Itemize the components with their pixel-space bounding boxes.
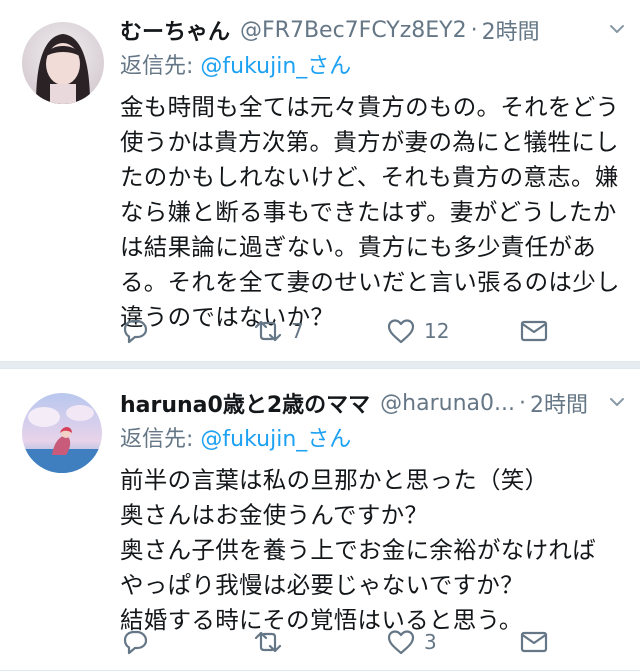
timestamp[interactable]: 2時間 bbox=[482, 14, 540, 46]
tweet[interactable]: haruna0歳と2歳のママ @haruna0... · 2時間 返信先: @f… bbox=[0, 369, 640, 671]
envelope-icon bbox=[520, 631, 548, 653]
reply-to-prefix: 返信先: bbox=[120, 427, 201, 452]
chevron-down-icon[interactable] bbox=[608, 20, 626, 38]
tweet-header: むーちゃん @FR7Bec7FCYz8EY2 · 2時間 bbox=[120, 14, 622, 46]
reply-button[interactable] bbox=[120, 627, 253, 657]
like-button[interactable]: 3 bbox=[386, 627, 519, 657]
chevron-down-icon[interactable] bbox=[608, 393, 626, 411]
avatar[interactable] bbox=[22, 22, 104, 104]
tweet-text-line: 使うかは貴方次第。貴方が妻の為にと犠牲にし bbox=[120, 128, 619, 156]
retweet-button[interactable] bbox=[253, 627, 386, 657]
retweet-button[interactable]: 7 bbox=[253, 316, 386, 346]
tweet[interactable]: むーちゃん @FR7Bec7FCYz8EY2 · 2時間 返信先: @fukuj… bbox=[0, 0, 640, 362]
avatar[interactable] bbox=[22, 393, 102, 473]
tweet-header: haruna0歳と2歳のママ @haruna0... · 2時間 bbox=[120, 387, 622, 419]
heart-icon bbox=[387, 630, 415, 655]
tweet-text-line: たのかもしれないけど、それも貴方の意志。嫌 bbox=[120, 163, 619, 191]
retweet-icon bbox=[254, 631, 282, 653]
reply-icon bbox=[123, 319, 148, 344]
tweet-text-line: る。それを全て妻のせいだと言い張るのは少し bbox=[120, 268, 620, 296]
reply-to-mention[interactable]: @fukujin_さん bbox=[200, 54, 351, 79]
tweet-divider bbox=[0, 362, 640, 369]
retweet-icon bbox=[254, 320, 282, 342]
reply-icon bbox=[123, 630, 148, 655]
reply-to-mention[interactable]: @fukujin_さん bbox=[200, 427, 351, 452]
separator-dot: · bbox=[470, 17, 478, 43]
tweet-text-line: 奥さんはお金使うんですか？ bbox=[120, 501, 429, 529]
reply-button[interactable] bbox=[120, 316, 253, 346]
display-name[interactable]: むーちゃん bbox=[120, 14, 230, 46]
tweet-actions: 7 12 bbox=[120, 316, 640, 346]
tweet-text-line: は結果論に過ぎない。貴方にも多少責任があ bbox=[120, 233, 596, 261]
tweet-text-line: 金も時間も全ては元々貴方のもの。それをどう bbox=[120, 93, 620, 121]
timestamp[interactable]: 2時間 bbox=[530, 387, 588, 419]
display-name[interactable]: haruna0歳と2歳のママ bbox=[120, 387, 370, 419]
separator-dot: · bbox=[518, 390, 526, 416]
dm-button[interactable] bbox=[519, 627, 640, 657]
reply-to-prefix: 返信先: bbox=[120, 54, 201, 79]
tweet-text-line: なら嫌と断る事もできたはず。妻がどうしたか bbox=[120, 198, 617, 226]
envelope-icon bbox=[520, 320, 548, 342]
like-button[interactable]: 12 bbox=[386, 316, 519, 346]
reply-to-line: 返信先: @fukujin_さん bbox=[120, 50, 622, 84]
tweet-text-line: 奥さん子供を養う上でお金に余裕がなければ bbox=[120, 536, 596, 564]
tweet-text-line: やっぱり我慢は必要じゃないですか？ bbox=[120, 571, 524, 599]
user-handle[interactable]: @haruna0... bbox=[380, 391, 515, 416]
retweet-count: 7 bbox=[291, 319, 304, 343]
tweet-text-line: 前半の言葉は私の旦那かと思った（笑） bbox=[120, 466, 549, 494]
heart-icon bbox=[387, 319, 415, 344]
tweet-text: 金も時間も全ては元々貴方のもの。それをどう 使うかは貴方次第。貴方が妻の為にと犠… bbox=[120, 90, 622, 335]
tweet-actions: 3 bbox=[120, 627, 640, 657]
like-count: 3 bbox=[424, 630, 437, 654]
reply-to-line: 返信先: @fukujin_さん bbox=[120, 423, 622, 457]
like-count: 12 bbox=[424, 319, 450, 343]
user-handle[interactable]: @FR7Bec7FCYz8EY2 bbox=[240, 18, 467, 43]
dm-button[interactable] bbox=[519, 316, 640, 346]
tweet-text: 前半の言葉は私の旦那かと思った（笑） 奥さんはお金使うんですか？ 奥さん子供を養… bbox=[120, 463, 622, 638]
